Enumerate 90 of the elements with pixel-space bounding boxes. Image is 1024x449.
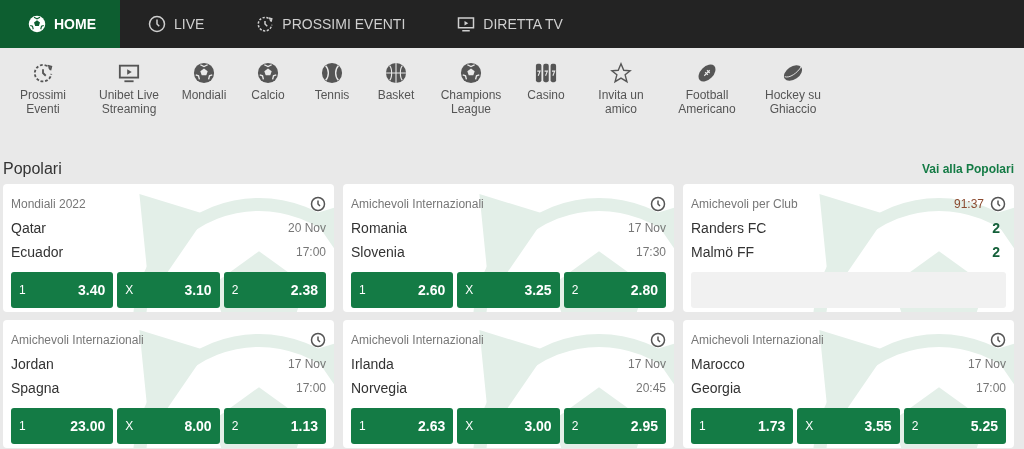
event-time: 17:00 [975,381,1006,395]
event-date: 20 Nov [287,221,326,235]
sport-link[interactable]: Unibet Live Streaming [86,62,172,116]
event-card[interactable]: Amichevoli Internazionali Marocco 17 Nov Georgia 17:00 1 1.73 X 3.55 2 5.25 [683,320,1014,448]
football-icon [193,62,215,84]
odds-button[interactable]: 2 2.38 [223,272,326,308]
event-date: 17 Nov [967,357,1006,371]
odds-button[interactable]: 1 2.63 [351,408,454,444]
see-all-link[interactable]: Vai alla Popolari [921,162,1014,176]
odds-button[interactable]: 2 5.25 [903,408,1006,444]
sport-link[interactable]: Invita un amico [578,62,664,116]
tv-icon [118,62,140,84]
clock-icon [256,15,275,33]
event-date: 17 Nov [287,357,326,371]
football-icon [28,15,46,33]
league-name: Amichevoli Internazionali [11,333,144,347]
star-icon [610,62,632,84]
league-name: Mondiali 2022 [11,197,86,211]
team-name: Ecuador [11,244,64,260]
event-date: 17 Nov [627,221,666,235]
section-title: Popolari [3,160,62,178]
sport-link[interactable]: Basket [364,62,428,102]
team-name: Marocco [691,356,745,372]
team-name: Malmö FF [691,244,754,260]
odds-button[interactable]: X 3.10 [117,272,220,308]
nav-tab[interactable]: LIVE [120,0,229,48]
odds-button[interactable]: X 8.00 [117,408,220,444]
event-card[interactable]: Amichevoli per Club 91:37 Randers FC 2 Malmö FF 2 [683,184,1014,312]
odds-button[interactable]: 2 1.13 [223,408,326,444]
clock-icon [148,15,166,33]
score: 2 [992,220,1001,236]
score: 2 [992,244,1001,260]
odds-button[interactable]: X 3.00 [457,408,560,444]
odds-button[interactable]: X 3.55 [797,408,900,444]
clock-icon [650,332,666,348]
league-name: Amichevoli per Club [691,197,798,211]
event-card[interactable]: Amichevoli Internazionali Irlanda 17 Nov Norvegia 20:45 1 2.63 X 3.00 2 2.95 [343,320,674,448]
team-name: Georgia [691,380,741,396]
team-name: Spagna [11,380,60,396]
odds-button[interactable]: 2 2.95 [563,408,666,444]
clock-icon [990,332,1006,348]
sport-link[interactable]: Prossimi Eventi [0,62,86,116]
clock-icon [32,62,54,84]
event-time: 17:30 [635,245,666,259]
nav-tab[interactable]: HOME [0,0,120,48]
american-football-icon [696,62,718,84]
tennis-ball-icon [321,62,343,84]
event-time: 20:45 [635,381,666,395]
clock-icon [310,332,326,348]
league-name: Amichevoli Internazionali [351,333,484,347]
match-clock: 91:37 [953,197,984,211]
nav-tab[interactable]: DIRETTA TV [429,0,587,48]
team-name: Norvegia [351,380,408,396]
league-name: Amichevoli Internazionali [351,197,484,211]
sport-link[interactable]: Hockey su Ghiaccio [750,62,836,116]
odds-button[interactable]: 2 2.80 [563,272,666,308]
odds-button[interactable]: 1 23.00 [11,408,114,444]
team-name: Romania [351,220,408,236]
football-icon [460,62,482,84]
odds-button[interactable]: X 3.25 [457,272,560,308]
tv-icon [457,15,476,33]
sport-link[interactable]: Casino [514,62,578,102]
sport-link[interactable]: Football Americano [664,62,750,116]
sport-link[interactable]: Tennis [300,62,364,102]
team-name: Irlanda [351,356,394,372]
event-card[interactable]: Amichevoli Internazionali Jordan 17 Nov Spagna 17:00 1 23.00 X 8.00 2 1.13 [3,320,334,448]
event-card[interactable]: Mondiali 2022 Qatar 20 Nov Ecuador 17:00 1 3.40 X 3.10 2 2.38 [3,184,334,312]
odds-button[interactable]: 1 3.40 [11,272,114,308]
event-card[interactable]: Amichevoli Internazionali Romania 17 Nov Slovenia 17:30 1 2.60 X 3.25 2 2.80 [343,184,674,312]
sport-link[interactable]: Champions League [428,62,514,116]
football-icon [257,62,279,84]
event-time: 17:00 [295,381,326,395]
team-name: Jordan [11,356,54,372]
clock-icon [650,196,666,212]
nav-tab[interactable]: PROSSIMI EVENTI [228,0,430,48]
odds-button[interactable]: 1 2.60 [351,272,454,308]
slot-machine-icon [535,62,557,84]
hockey-puck-icon [782,62,804,84]
basketball-icon [385,62,407,84]
odds-button[interactable]: 1 1.73 [691,408,794,444]
league-name: Amichevoli Internazionali [691,333,824,347]
team-name: Qatar [11,220,46,236]
sport-link[interactable]: Mondiali [172,62,236,102]
team-name: Slovenia [351,244,405,260]
clock-icon [990,196,1006,212]
event-date: 17 Nov [627,357,666,371]
event-time: 17:00 [295,245,326,259]
clock-icon [310,196,326,212]
sport-link[interactable]: Calcio [236,62,300,102]
team-name: Randers FC [691,220,767,236]
